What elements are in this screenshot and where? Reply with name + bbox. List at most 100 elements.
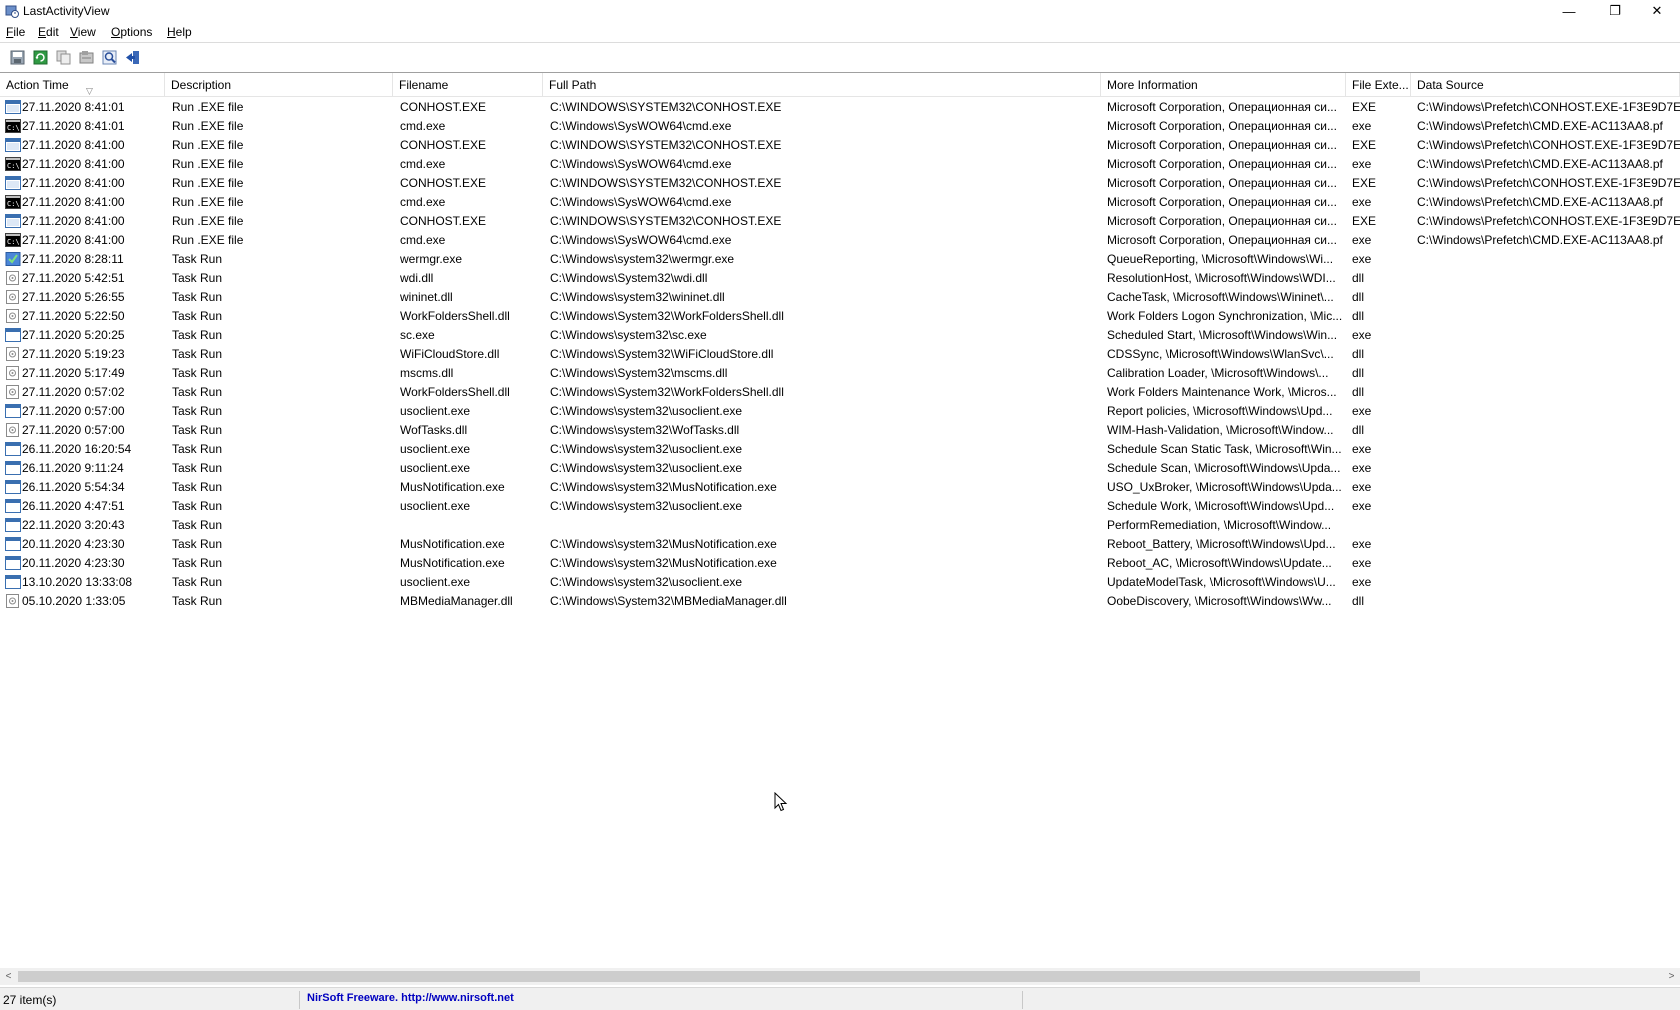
- menu-edit[interactable]: Edit: [38, 25, 59, 39]
- table-row[interactable]: 27.11.2020 8:41:00 Run .EXE file CONHOST.E…: [0, 174, 1680, 193]
- menu-options[interactable]: Options: [111, 25, 152, 39]
- cell-file-extension: exe: [1352, 252, 1372, 266]
- table-row[interactable]: C:\ 27.11.2020 8:41:00 Run .EXE file cmd.ex…: [0, 231, 1680, 250]
- activity-list[interactable]: Action Time ▽ Description Filename Full …: [0, 72, 1680, 972]
- menu-help[interactable]: Help: [167, 25, 192, 39]
- menu-file[interactable]: File: [6, 25, 25, 39]
- cell-full-path: C:\WINDOWS\SYSTEM32\CONHOST.EXE: [550, 176, 782, 190]
- dll-file-icon: [5, 366, 21, 380]
- cell-file-extension: exe: [1352, 575, 1372, 589]
- table-row[interactable]: C:\ 27.11.2020 8:41:00 Run .EXE file cmd.ex…: [0, 193, 1680, 212]
- column-header-file-extension[interactable]: File Exte...: [1346, 73, 1411, 97]
- table-row[interactable]: 20.11.2020 4:23:30 Task Run MusNotificatio…: [0, 554, 1680, 573]
- cell-full-path: C:\Windows\system32\wininet.dll: [550, 290, 725, 304]
- cell-filename: CONHOST.EXE: [400, 214, 487, 228]
- cell-more-information: Schedule Scan, \Microsoft\Windows\Upda..…: [1107, 461, 1341, 475]
- cell-action-time: 27.11.2020 5:22:50: [22, 309, 125, 323]
- column-header-more-information[interactable]: More Information: [1101, 73, 1346, 97]
- cell-more-information: Work Folders Maintenance Work, \Micros..…: [1107, 385, 1337, 399]
- nirsoft-link[interactable]: NirSoft Freeware. http://www.nirsoft.net: [307, 992, 514, 1004]
- table-row[interactable]: 27.11.2020 8:41:00 Run .EXE file CONHOST.E…: [0, 136, 1680, 155]
- menu-view[interactable]: View: [70, 25, 96, 39]
- scroll-right-icon[interactable]: >: [1663, 968, 1680, 985]
- column-header-filename[interactable]: Filename: [393, 73, 543, 97]
- cell-full-path: C:\Windows\system32\usoclient.exe: [550, 404, 743, 418]
- refresh-icon[interactable]: [31, 48, 49, 66]
- table-row[interactable]: 26.11.2020 4:47:51 Task Run usoclient.exe C…: [0, 497, 1680, 516]
- scroll-left-icon[interactable]: <: [0, 968, 17, 985]
- cell-file-extension: exe: [1352, 556, 1372, 570]
- table-row[interactable]: 27.11.2020 8:28:11 Task Run wermgr.exe C:\W…: [0, 250, 1680, 269]
- table-row[interactable]: 27.11.2020 5:22:50 Task Run WorkFoldersShe…: [0, 307, 1680, 326]
- cell-action-time: 26.11.2020 5:54:34: [22, 480, 125, 494]
- cell-more-information: Microsoft Corporation, Операционная си..…: [1107, 138, 1337, 152]
- save-icon[interactable]: [8, 48, 26, 66]
- cell-more-information: QueueReporting, \Microsoft\Windows\Wi...: [1107, 252, 1334, 266]
- table-row[interactable]: 27.11.2020 0:57:00 Task Run WofTasks.dll C:…: [0, 421, 1680, 440]
- cell-more-information: Microsoft Corporation, Операционная си..…: [1107, 119, 1337, 133]
- cell-data-source: [1417, 516, 1680, 535]
- horizontal-scrollbar[interactable]: < >: [0, 968, 1680, 985]
- table-row[interactable]: 27.11.2020 0:57:00 Task Run usoclient.exe C…: [0, 402, 1680, 421]
- table-row[interactable]: 27.11.2020 0:57:02 Task Run WorkFoldersShe…: [0, 383, 1680, 402]
- cell-full-path: C:\Windows\SysWOW64\cmd.exe: [550, 233, 732, 247]
- copy-icon[interactable]: [54, 48, 72, 66]
- cell-filename: WorkFoldersShell.dll: [400, 385, 510, 399]
- menu-bar: File Edit View Options Help: [0, 22, 1680, 42]
- item-count: 27 item(s): [3, 993, 57, 1007]
- cell-data-source: [1417, 497, 1680, 516]
- cell-data-source: [1417, 345, 1680, 364]
- column-header-description[interactable]: Description: [165, 73, 393, 97]
- table-row[interactable]: 27.11.2020 5:17:49 Task Run mscms.dll C:\Wi…: [0, 364, 1680, 383]
- table-row[interactable]: 27.11.2020 8:41:01 Run .EXE file CONHOST.E…: [0, 98, 1680, 117]
- column-header-full-path[interactable]: Full Path: [543, 73, 1101, 97]
- cell-description: Task Run: [172, 290, 223, 304]
- column-header-action-time[interactable]: Action Time ▽: [0, 73, 165, 97]
- cell-filename: MusNotification.exe: [400, 480, 505, 494]
- cell-more-information: Microsoft Corporation, Операционная си..…: [1107, 214, 1337, 228]
- cmd-file-icon: C:\: [5, 195, 21, 209]
- exe-file-icon: [5, 480, 21, 494]
- table-row[interactable]: 20.11.2020 4:23:30 Task Run MusNotificatio…: [0, 535, 1680, 554]
- cell-file-extension: exe: [1352, 499, 1372, 513]
- cell-filename: mscms.dll: [400, 366, 454, 380]
- minimize-button[interactable]: —: [1546, 0, 1592, 22]
- restore-button[interactable]: ❐: [1592, 0, 1638, 22]
- table-row[interactable]: 22.11.2020 3:20:43 Task Run PerformRemedia…: [0, 516, 1680, 535]
- cell-more-information: Microsoft Corporation, Операционная си..…: [1107, 195, 1337, 209]
- scroll-thumb[interactable]: [18, 971, 1420, 982]
- close-button[interactable]: ✕: [1634, 0, 1680, 22]
- column-header-data-source[interactable]: Data Source: [1411, 73, 1680, 97]
- cell-action-time: 27.11.2020 5:17:49: [22, 366, 125, 380]
- mouse-cursor-icon: [774, 792, 788, 812]
- cell-full-path: C:\Windows\system32\WofTasks.dll: [550, 423, 740, 437]
- exit-icon[interactable]: [123, 48, 141, 66]
- table-row[interactable]: 27.11.2020 8:41:00 Run .EXE file CONHOST.E…: [0, 212, 1680, 231]
- cell-data-source: [1417, 269, 1680, 288]
- cell-action-time: 26.11.2020 4:47:51: [22, 499, 125, 513]
- properties-icon[interactable]: [77, 48, 95, 66]
- table-row[interactable]: C:\ 27.11.2020 8:41:01 Run .EXE file cmd.ex…: [0, 117, 1680, 136]
- cell-description: Task Run: [172, 442, 223, 456]
- cell-data-source: [1417, 592, 1680, 611]
- table-row[interactable]: 13.10.2020 13:33:08 Task Run usoclient.exe…: [0, 573, 1680, 592]
- cell-file-extension: EXE: [1352, 138, 1377, 152]
- table-row[interactable]: C:\ 27.11.2020 8:41:00 Run .EXE file cmd.ex…: [0, 155, 1680, 174]
- cell-description: Run .EXE file: [172, 176, 244, 190]
- table-row[interactable]: 05.10.2020 1:33:05 Task Run MBMediaManager…: [0, 592, 1680, 611]
- dll-file-icon: [5, 271, 21, 285]
- table-row[interactable]: 27.11.2020 5:20:25 Task Run sc.exe C:\Windo…: [0, 326, 1680, 345]
- table-row[interactable]: 27.11.2020 5:42:51 Task Run wdi.dll C:\Wind…: [0, 269, 1680, 288]
- cell-action-time: 27.11.2020 0:57:00: [22, 423, 125, 437]
- cell-data-source: C:\Windows\Prefetch\CMD.EXE-AC113AA8.pf: [1417, 157, 1663, 171]
- cell-file-extension: exe: [1352, 233, 1372, 247]
- cell-file-extension: dll: [1352, 366, 1365, 380]
- table-row[interactable]: 27.11.2020 5:26:55 Task Run wininet.dll C:\…: [0, 288, 1680, 307]
- table-row[interactable]: 26.11.2020 9:11:24 Task Run usoclient.exe C…: [0, 459, 1680, 478]
- cell-file-extension: exe: [1352, 119, 1372, 133]
- find-icon[interactable]: [100, 48, 118, 66]
- table-row[interactable]: 26.11.2020 5:54:34 Task Run MusNotificatio…: [0, 478, 1680, 497]
- table-row[interactable]: 26.11.2020 16:20:54 Task Run usoclient.exe…: [0, 440, 1680, 459]
- cell-more-information: Microsoft Corporation, Операционная си..…: [1107, 100, 1337, 114]
- table-row[interactable]: 27.11.2020 5:19:23 Task Run WiFiCloudStore…: [0, 345, 1680, 364]
